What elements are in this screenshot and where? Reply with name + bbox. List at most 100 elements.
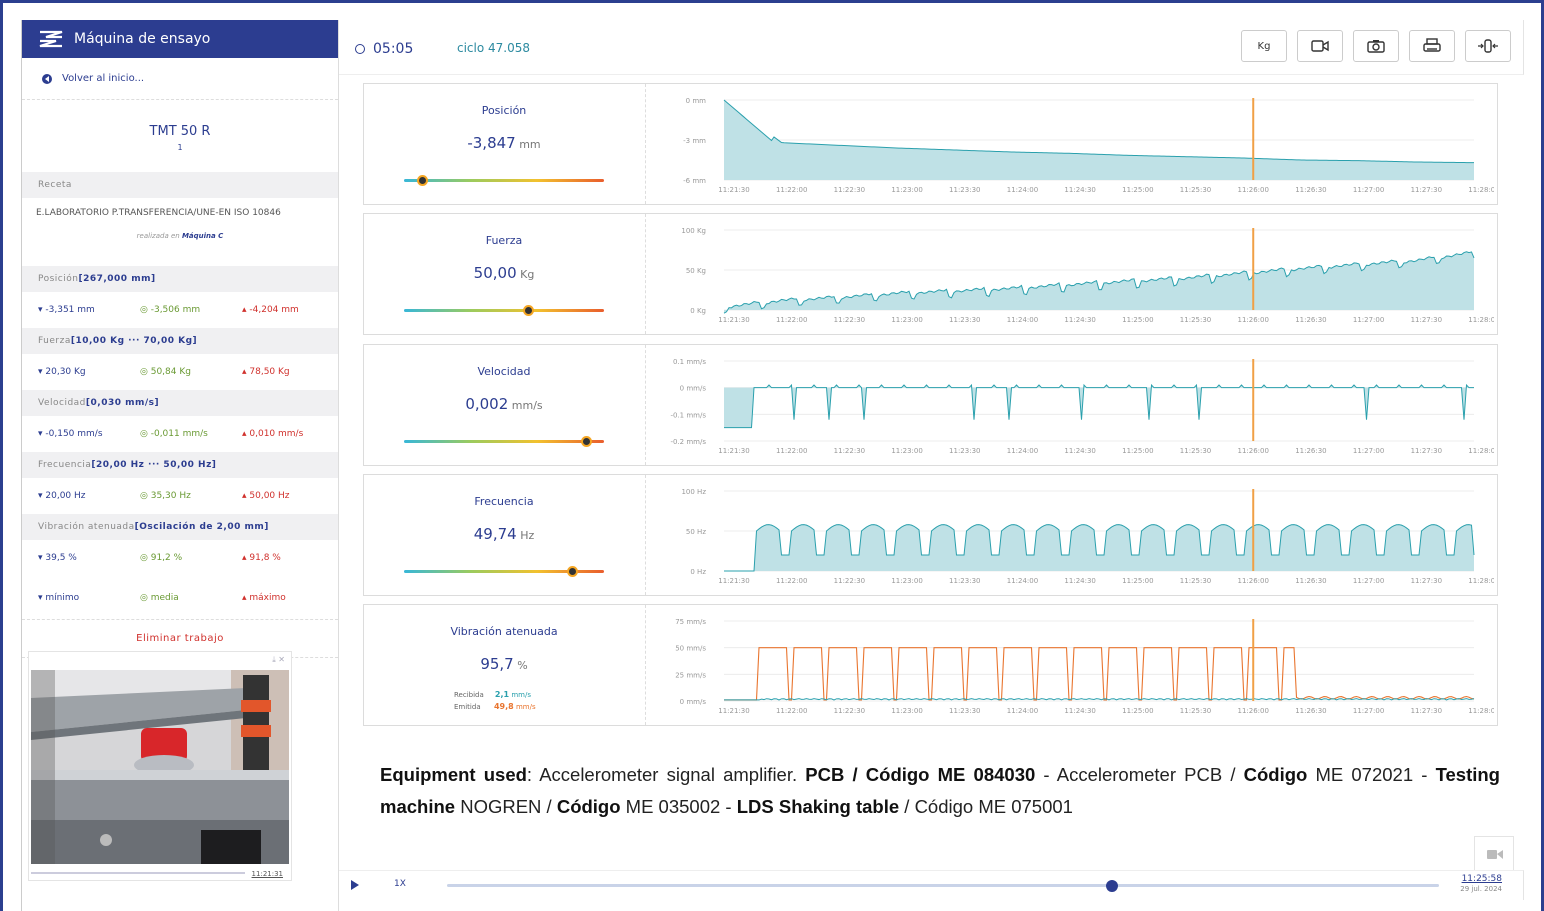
speed-selector[interactable]: 1X xyxy=(394,879,406,889)
snapshot-button[interactable] xyxy=(1353,30,1399,62)
x-tick-label: 11:23:00 xyxy=(891,707,922,715)
range-knob[interactable] xyxy=(417,175,428,186)
video-progress[interactable] xyxy=(31,872,245,874)
equipment-note: Equipment used: Accelerometer signal amp… xyxy=(380,764,1500,817)
series-emitida xyxy=(724,647,1475,701)
stat-label: Velocidad xyxy=(38,398,86,408)
elapsed-time-value: 05:05 xyxy=(373,41,414,57)
y-tick-label: 0 mm/s xyxy=(680,385,707,393)
x-tick-label: 11:22:00 xyxy=(776,447,807,455)
camera-toggle[interactable] xyxy=(1474,836,1514,870)
legend-min: ▾ mínimo xyxy=(38,592,80,603)
stat-label: Fuerza xyxy=(38,336,71,346)
stat-max: ▴ 50,00 Hz xyxy=(242,491,290,501)
emitted-row: Emitida 49,8 mm/s xyxy=(454,701,536,713)
x-tick-label: 11:25:30 xyxy=(1180,707,1211,715)
machine-id: 1 xyxy=(177,143,183,152)
video-time: 11:21:31 xyxy=(251,870,283,878)
y-tick-label: 0 mm/s xyxy=(680,698,707,706)
x-tick-label: 11:28:00 xyxy=(1468,577,1494,585)
panel-title: Fuerza xyxy=(485,234,523,247)
x-tick-label: 11:22:30 xyxy=(834,186,865,194)
stat-avg-value: 50,84 Kg xyxy=(150,367,191,377)
stat-header: Fuerza [10,00 Kg ··· 70,00 Kg] xyxy=(22,328,338,354)
stat-label: Posición xyxy=(38,274,79,284)
video-image xyxy=(31,670,289,864)
stat-max-value: 0,010 mm/s xyxy=(249,429,304,439)
fullscreen-button[interactable] xyxy=(1465,30,1511,62)
x-tick-label: 11:23:30 xyxy=(949,186,980,194)
stat-max: ▴ 78,50 Kg xyxy=(242,367,290,377)
machine-info: TMT 50 R 1 xyxy=(22,100,338,172)
playback-bar: 1X 11:25:58 29 jul. 2024 xyxy=(339,870,1524,900)
video-preview[interactable]: ⤓ ✕ 11:21:31 xyxy=(28,651,292,881)
range-gradient xyxy=(404,436,604,447)
back-label: Volver al inicio... xyxy=(62,73,145,84)
received-label: Recibida xyxy=(454,691,484,699)
stat-min-value: -0,150 mm/s xyxy=(45,429,103,439)
x-tick-label: 11:25:30 xyxy=(1180,186,1211,194)
playback-thumb[interactable] xyxy=(1105,880,1118,892)
video-icon xyxy=(1311,40,1329,52)
stat-avg: ◎ 91,2 % xyxy=(140,553,183,563)
panel-summary: Posición -3,847 mm xyxy=(364,84,646,204)
x-tick-label: 11:26:30 xyxy=(1295,577,1326,585)
stat-avg-value: 91,2 % xyxy=(150,553,183,563)
x-tick-label: 11:24:30 xyxy=(1064,316,1095,324)
x-tick-label: 11:23:30 xyxy=(949,316,980,324)
y-tick-label: 50 Hz xyxy=(686,528,706,536)
x-tick-label: 11:22:30 xyxy=(834,316,865,324)
playback-track[interactable] xyxy=(447,884,1439,887)
x-tick-label: 11:26:00 xyxy=(1238,577,1269,585)
x-tick-label: 11:27:00 xyxy=(1353,316,1384,324)
download-icon[interactable]: ⤓ xyxy=(272,655,276,664)
range-gradient xyxy=(404,175,604,186)
x-tick-label: 11:25:00 xyxy=(1122,577,1153,585)
legend-avg: ◎ media xyxy=(140,592,179,603)
chart-panel: Frecuencia 49,74 Hz 100 Hz 50 Hz 0 Hz 11:21:3… xyxy=(363,474,1498,596)
x-tick-label: 11:24:00 xyxy=(1007,186,1038,194)
x-tick-label: 11:27:30 xyxy=(1411,447,1442,455)
app-frame: Máquina de ensayo Volver al inicio... TM… xyxy=(0,0,1544,911)
stat-row: ▾ 20,00 Hz ◎ 35,30 Hz ▴ 50,00 Hz xyxy=(22,478,338,514)
x-tick-label: 11:21:30 xyxy=(718,186,749,194)
panel-value: 49,74 Hz xyxy=(364,525,644,543)
stat-min: ▾ -0,150 mm/s xyxy=(38,429,103,439)
x-tick-label: 11:23:00 xyxy=(891,447,922,455)
chart-4: 75 mm/s 50 mm/s 25 mm/s 0 mm/s 11:21:30 11:22… xyxy=(675,618,1494,715)
panel-summary: Velocidad 0,002 mm/s xyxy=(364,345,646,465)
fullscreen-icon xyxy=(1478,39,1498,53)
panel-value: 95,7 % xyxy=(364,655,644,673)
playback-time: 11:25:58 xyxy=(1461,874,1502,884)
series-area xyxy=(724,385,1474,428)
panel-value-unit: Kg xyxy=(516,268,535,281)
play-button[interactable] xyxy=(351,880,359,890)
chart-panel: Fuerza 50,00 Kg 100 Kg 50 Kg 0 Kg 11:21:30 11:… xyxy=(363,213,1498,335)
x-tick-label: 11:24:30 xyxy=(1064,577,1095,585)
stat-avg: ◎ 50,84 Kg xyxy=(140,367,191,377)
x-tick-label: 11:25:30 xyxy=(1180,316,1211,324)
emitted-value: 49,8 xyxy=(493,702,514,711)
unit-button[interactable]: Kg xyxy=(1241,30,1287,62)
range-knob[interactable] xyxy=(523,305,534,316)
x-tick-label: 11:28:00 xyxy=(1468,707,1494,715)
back-link[interactable]: Volver al inicio... xyxy=(22,58,338,100)
x-tick-label: 11:26:30 xyxy=(1295,707,1326,715)
stat-avg: ◎ -3,506 mm xyxy=(140,305,201,315)
x-tick-label: 11:24:30 xyxy=(1064,707,1095,715)
panel-value: -3,847 mm xyxy=(364,134,644,152)
playback-date: 29 jul. 2024 xyxy=(1460,885,1502,893)
stat-avg-value: -0,011 mm/s xyxy=(150,429,208,439)
range-knob[interactable] xyxy=(581,436,592,447)
record-video-button[interactable] xyxy=(1297,30,1343,62)
x-tick-label: 11:24:00 xyxy=(1007,577,1038,585)
range-knob[interactable] xyxy=(567,566,578,577)
chart-3: 100 Hz 50 Hz 0 Hz 11:21:30 11:22:00 11:22:30 1… xyxy=(681,488,1494,585)
stat-label: Frecuencia xyxy=(38,460,92,470)
close-icon[interactable]: ✕ xyxy=(278,655,285,664)
y-tick-label: 25 mm/s xyxy=(675,671,706,679)
print-button[interactable] xyxy=(1409,30,1455,62)
stat-min-value: 20,30 Kg xyxy=(45,367,86,377)
x-tick-label: 11:22:30 xyxy=(834,447,865,455)
x-tick-label: 11:27:30 xyxy=(1411,316,1442,324)
